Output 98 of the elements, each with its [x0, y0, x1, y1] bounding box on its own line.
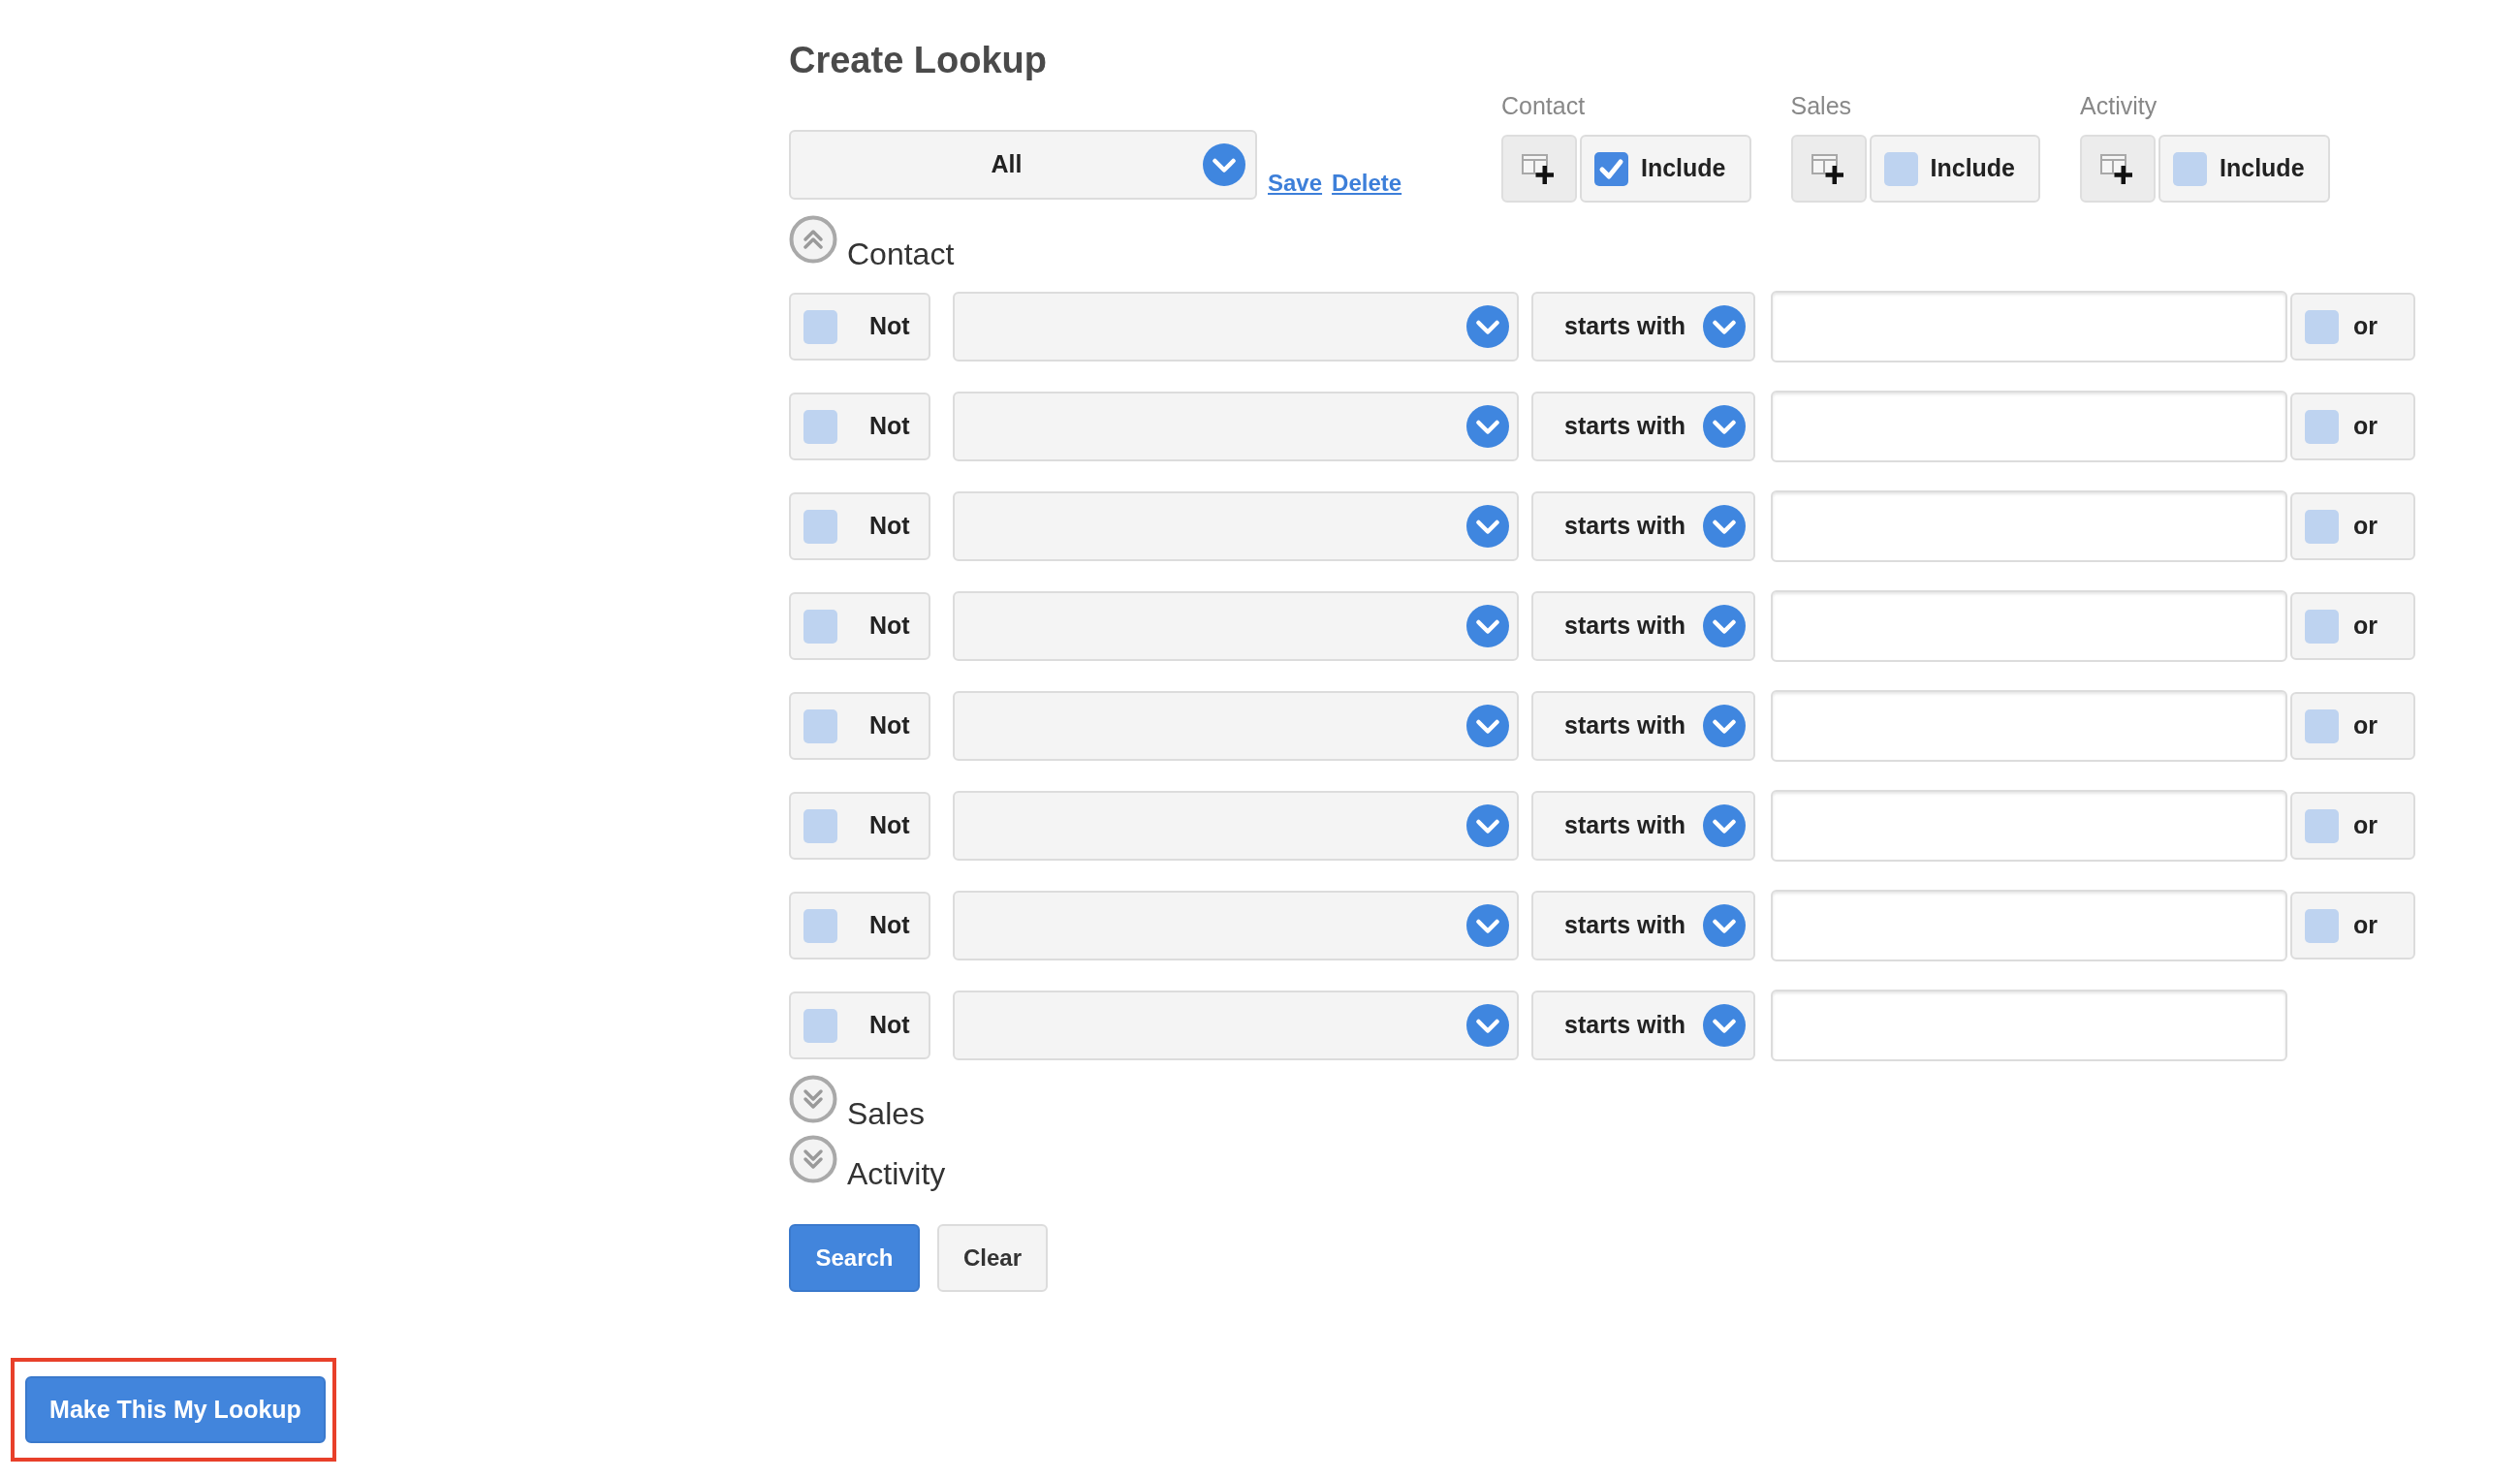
chevron-down-icon: [1703, 505, 1746, 548]
not-checkbox-button[interactable]: Not: [789, 792, 930, 860]
checkbox-icon[interactable]: [2173, 151, 2208, 186]
operator-dropdown[interactable]: starts with: [1531, 891, 1755, 960]
checkbox-icon[interactable]: [803, 309, 837, 344]
field-dropdown[interactable]: [953, 891, 1519, 960]
add-table-button[interactable]: [1501, 135, 1577, 203]
checkbox-icon[interactable]: [803, 509, 837, 544]
chevron-down-icon: [1466, 705, 1509, 747]
field-dropdown[interactable]: [953, 991, 1519, 1060]
not-checkbox-button[interactable]: Not: [789, 492, 930, 560]
not-checkbox-button[interactable]: Not: [789, 692, 930, 760]
chevron-down-icon: [1703, 705, 1746, 747]
or-checkbox-button[interactable]: or: [2290, 393, 2415, 460]
chevron-down-icon: [1703, 804, 1746, 847]
table-plus-icon: [1811, 153, 1846, 184]
checkbox-icon[interactable]: [2305, 509, 2339, 544]
not-checkbox-button[interactable]: Not: [789, 592, 930, 660]
table-plus-icon: [1522, 153, 1557, 184]
operator-dropdown[interactable]: starts with: [1531, 791, 1755, 861]
operator-dropdown[interactable]: starts with: [1531, 991, 1755, 1060]
checkbox-icon[interactable]: [2305, 908, 2339, 943]
section-title: Contact: [847, 236, 955, 271]
chevron-down-icon: [1466, 405, 1509, 448]
operator-dropdown[interactable]: starts with: [1531, 491, 1755, 561]
value-input[interactable]: [1771, 690, 2287, 762]
checkbox-icon[interactable]: [803, 808, 837, 843]
add-table-button[interactable]: [1790, 135, 1867, 203]
value-input[interactable]: [1771, 990, 2287, 1061]
value-input[interactable]: [1771, 391, 2287, 462]
checkbox-icon[interactable]: [2305, 409, 2339, 444]
field-dropdown[interactable]: [953, 691, 1519, 761]
field-dropdown[interactable]: [953, 392, 1519, 461]
checkbox-icon[interactable]: [2305, 808, 2339, 843]
operator-dropdown[interactable]: starts with: [1531, 591, 1755, 661]
checkbox-icon[interactable]: [803, 908, 837, 943]
page-title: Create Lookup: [789, 39, 1048, 82]
include-checkbox-button[interactable]: Include: [2158, 135, 2330, 203]
section-title: Sales: [847, 1096, 926, 1131]
checkbox-icon[interactable]: [803, 409, 837, 444]
chevron-down-icon: [1703, 605, 1746, 647]
not-checkbox-button[interactable]: Not: [789, 293, 930, 361]
chevron-down-icon: [1466, 505, 1509, 548]
field-dropdown[interactable]: [953, 591, 1519, 661]
value-input[interactable]: [1771, 490, 2287, 562]
link[interactable]: Save: [1268, 169, 1323, 198]
chevron-down-icon: [1466, 1004, 1509, 1047]
include-checkbox-button[interactable]: Include: [1869, 135, 2041, 203]
checkbox-icon[interactable]: [803, 609, 837, 644]
field-dropdown[interactable]: [953, 491, 1519, 561]
operator-dropdown[interactable]: starts with: [1531, 691, 1755, 761]
chevron-down-icon: [1466, 804, 1509, 847]
make-my-lookup-button[interactable]: Make This My Lookup: [25, 1376, 326, 1443]
not-checkbox-button[interactable]: Not: [789, 991, 930, 1059]
chevron-down-icon: [1703, 405, 1746, 448]
checkbox-checked-icon[interactable]: [1594, 151, 1628, 186]
or-checkbox-button[interactable]: or: [2290, 293, 2415, 361]
value-input[interactable]: [1771, 291, 2287, 362]
operator-dropdown[interactable]: starts with: [1531, 392, 1755, 461]
add-table-button[interactable]: [2080, 135, 2157, 203]
double-chevron-down-icon[interactable]: [789, 1135, 837, 1183]
checkbox-icon[interactable]: [2305, 609, 2339, 644]
chevron-down-icon: [1703, 305, 1746, 348]
value-input[interactable]: [1771, 890, 2287, 961]
link[interactable]: Delete: [1332, 169, 1402, 198]
checkbox-icon[interactable]: [2305, 708, 2339, 743]
search-button[interactable]: Search: [789, 1224, 920, 1292]
chevron-down-icon: [1203, 143, 1245, 186]
checkbox-icon[interactable]: [803, 1008, 837, 1043]
include-checkbox-button[interactable]: Include: [1580, 135, 1751, 203]
or-checkbox-button[interactable]: or: [2290, 792, 2415, 860]
group-label: Sales: [1790, 91, 1852, 121]
checkbox-icon[interactable]: [803, 708, 837, 743]
value-input[interactable]: [1771, 590, 2287, 662]
field-dropdown[interactable]: [953, 292, 1519, 362]
group-label: Contact: [1501, 91, 1586, 121]
chevron-down-icon: [1703, 1004, 1746, 1047]
double-chevron-up-icon[interactable]: [789, 215, 837, 264]
section-title: Activity: [847, 1156, 946, 1191]
chevron-down-icon: [1466, 305, 1509, 348]
or-checkbox-button[interactable]: or: [2290, 592, 2415, 660]
chevron-down-icon: [1466, 904, 1509, 947]
group-label: Activity: [2080, 91, 2158, 121]
or-checkbox-button[interactable]: or: [2290, 492, 2415, 560]
value-input[interactable]: [1771, 790, 2287, 862]
chevron-down-icon: [1466, 605, 1509, 647]
field-dropdown[interactable]: [953, 791, 1519, 861]
not-checkbox-button[interactable]: Not: [789, 892, 930, 960]
or-checkbox-button[interactable]: or: [2290, 892, 2415, 960]
operator-dropdown[interactable]: starts with: [1531, 292, 1755, 362]
checkbox-icon[interactable]: [2305, 309, 2339, 344]
double-chevron-down-icon[interactable]: [789, 1075, 837, 1123]
lookup-dropdown[interactable]: All: [789, 130, 1257, 200]
chevron-down-icon: [1703, 904, 1746, 947]
clear-button[interactable]: Clear: [937, 1224, 1048, 1292]
or-checkbox-button[interactable]: or: [2290, 692, 2415, 760]
checkbox-icon[interactable]: [1883, 151, 1918, 186]
not-checkbox-button[interactable]: Not: [789, 393, 930, 460]
